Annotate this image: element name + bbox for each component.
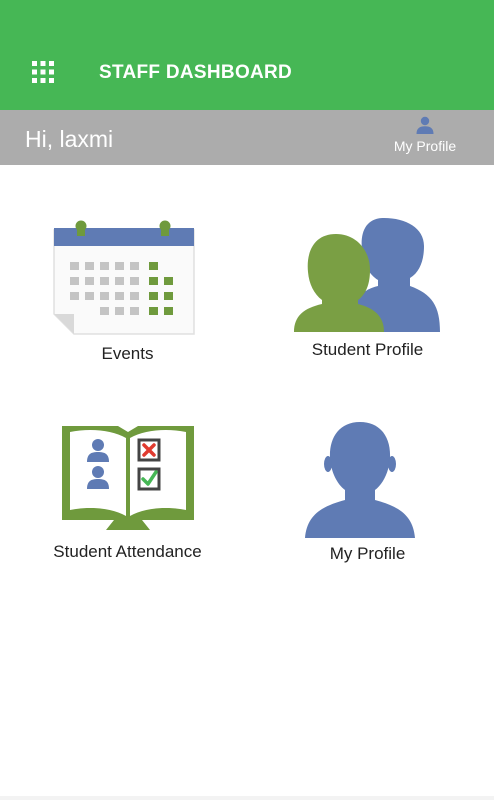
person-icon	[416, 116, 434, 134]
app-bar	[0, 0, 494, 110]
student-profile-tile[interactable]: Student Profile	[280, 212, 455, 362]
calendar-icon	[53, 220, 195, 335]
attendance-book-icon	[62, 426, 194, 530]
events-tile[interactable]: Events	[40, 212, 215, 372]
events-label: Events	[101, 344, 154, 363]
my-profile-icon	[305, 422, 415, 538]
apps-grid-icon[interactable]	[32, 61, 54, 83]
student-profile-label: Student Profile	[311, 340, 424, 359]
student-attendance-tile[interactable]: Student Attendance	[30, 418, 225, 568]
my-profile-link[interactable]: My Profile	[386, 114, 464, 160]
greeting-text: Hi, laxmi	[25, 126, 114, 152]
page-title: STAFF DASHBOARD	[99, 62, 293, 83]
my-profile-label: My Profile	[329, 544, 406, 563]
my-profile-link-label: My Profile	[393, 138, 457, 154]
my-profile-tile[interactable]: My Profile	[285, 418, 450, 568]
student-profile-icon	[294, 218, 440, 332]
student-attendance-label: Student Attendance	[53, 542, 202, 561]
bottom-edge	[0, 796, 494, 800]
